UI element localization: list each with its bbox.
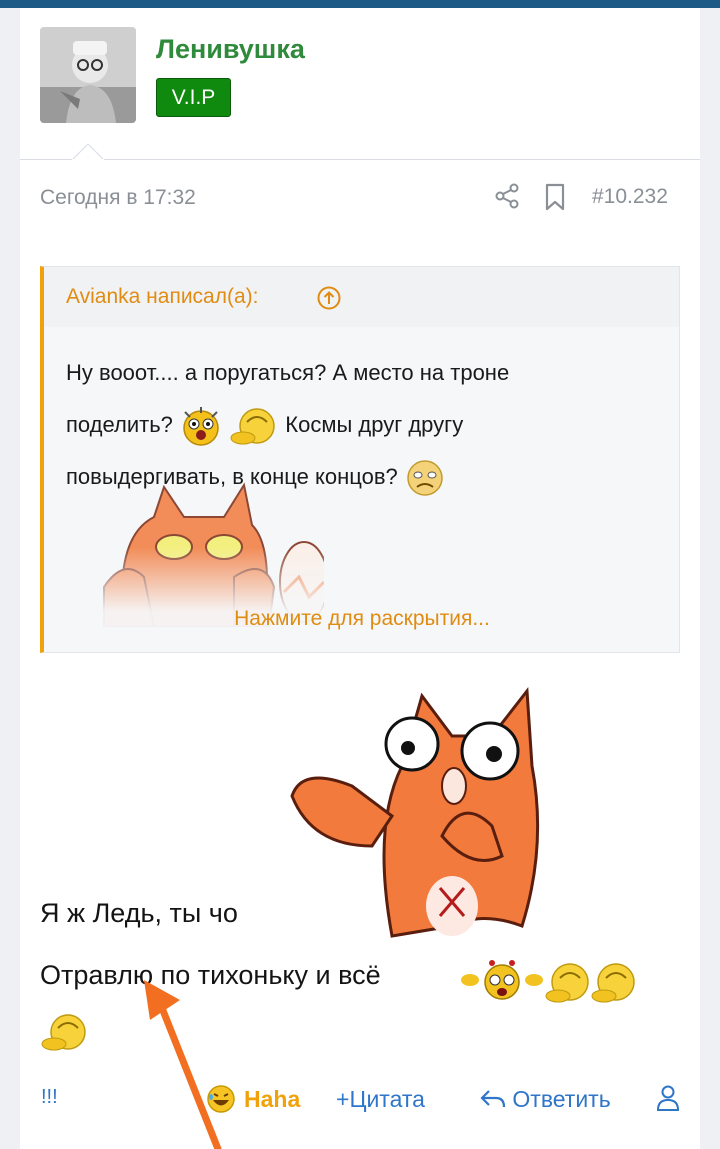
user-icon[interactable] bbox=[656, 1084, 680, 1112]
quote-fade bbox=[44, 547, 679, 652]
bookmark-icon[interactable] bbox=[544, 183, 566, 211]
message-line-1: Я ж Ледь, ты чо bbox=[40, 898, 238, 928]
quote-block: Avianka написал(а): Ну вооот.... а поруг… bbox=[40, 266, 680, 653]
quote-line-2a: поделить? bbox=[66, 412, 173, 437]
post-header: Ленивушка V.I.P bbox=[20, 8, 700, 176]
avatar[interactable] bbox=[40, 27, 136, 123]
quote-line-1: Ну вооот.... а поругаться? А место на тр… bbox=[66, 360, 510, 385]
report-link[interactable]: !!! bbox=[41, 1086, 58, 1109]
laughing-roll-emoji-icon bbox=[41, 1014, 86, 1051]
username[interactable]: Ленивушка bbox=[156, 34, 305, 65]
laughing-roll-emoji-icon bbox=[545, 963, 635, 1003]
top-bar bbox=[0, 0, 720, 8]
arrow-up-circle-icon[interactable] bbox=[316, 285, 342, 311]
quote-line-2b: Космы друг другу bbox=[285, 412, 464, 437]
annotation-arrow bbox=[144, 980, 222, 1149]
share-icon[interactable] bbox=[494, 183, 520, 209]
reply-icon bbox=[480, 1090, 506, 1108]
message-notch bbox=[72, 144, 104, 176]
post-time[interactable]: Сегодня в 17:32 bbox=[40, 186, 196, 210]
crying-emoji-icon bbox=[407, 460, 443, 496]
quote-button[interactable]: +Цитата bbox=[336, 1086, 425, 1113]
quote-header: Avianka написал(а): bbox=[44, 267, 679, 327]
post-number[interactable]: #10.232 bbox=[592, 185, 668, 209]
reply-button-label: Ответить bbox=[512, 1086, 611, 1112]
plus-icon: + bbox=[336, 1086, 350, 1112]
scared-emoji-icon bbox=[183, 407, 219, 446]
header-divider bbox=[20, 159, 700, 160]
reply-button[interactable]: Ответить bbox=[480, 1086, 611, 1113]
quote-button-label: Цитата bbox=[349, 1086, 425, 1112]
vip-badge: V.I.P bbox=[156, 78, 231, 117]
cat-sticker-image bbox=[290, 686, 540, 938]
reaction-label[interactable]: Haha bbox=[244, 1086, 300, 1113]
quote-author[interactable]: Avianka написал(а): bbox=[66, 285, 258, 309]
laughing-roll-emoji-icon bbox=[230, 408, 275, 445]
quote-line-2: поделить? Космы друг другу bbox=[66, 399, 666, 451]
expand-quote-link[interactable]: Нажмите для раскрытия... bbox=[44, 607, 679, 631]
dizzy-emoji-icon bbox=[461, 960, 543, 1000]
